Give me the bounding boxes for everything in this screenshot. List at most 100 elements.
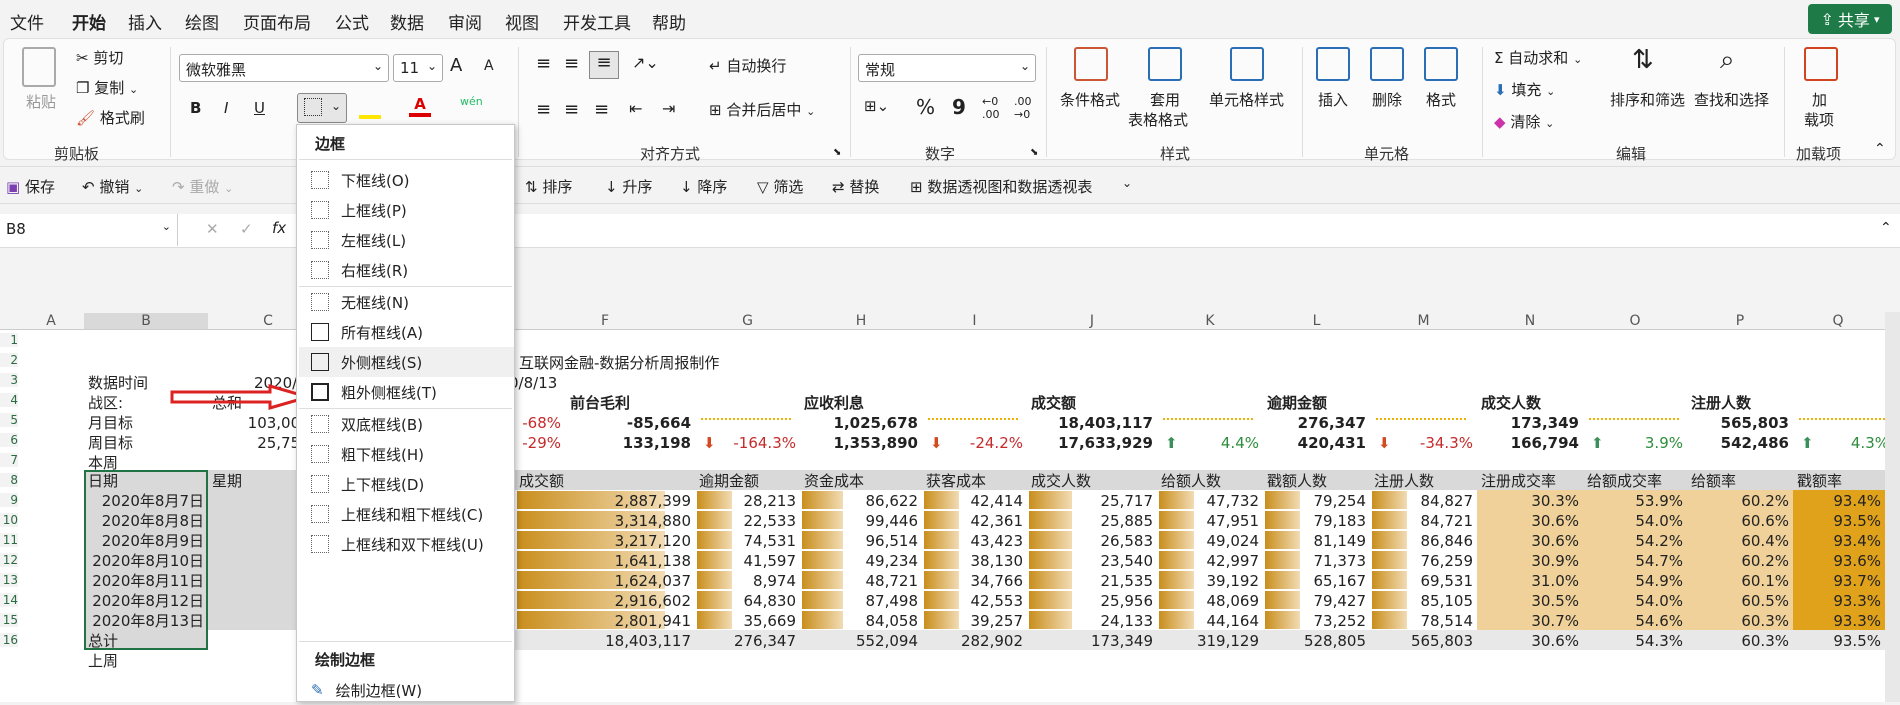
cell[interactable]: 173,349 <box>1027 630 1157 650</box>
row-header[interactable]: 3 <box>0 373 18 387</box>
border-option-2[interactable]: 左框线(L) <box>311 225 511 255</box>
column-header[interactable]: Q <box>1793 313 1883 329</box>
cell[interactable]: 42,361 <box>922 510 1027 530</box>
column-header[interactable]: I <box>922 313 1027 329</box>
bold-button[interactable]: B <box>190 99 201 117</box>
cell[interactable]: 60.2% <box>1687 550 1793 570</box>
cell[interactable]: 99,446 <box>800 510 922 530</box>
column-header[interactable]: N <box>1477 313 1583 329</box>
column-header[interactable]: M <box>1370 313 1477 329</box>
increase-decimal-icon[interactable]: ←0.00 <box>982 95 1000 121</box>
cell[interactable]: 24,133 <box>1027 610 1157 630</box>
cell[interactable]: 31.0% <box>1477 570 1583 590</box>
cell[interactable]: 93.3% <box>1793 610 1885 630</box>
cell[interactable]: 85,105 <box>1370 590 1477 610</box>
find-select-button[interactable]: 查找和选择 <box>1694 89 1769 110</box>
cell[interactable]: 周目标 <box>84 432 208 454</box>
column-header[interactable]: B <box>84 313 208 329</box>
cell[interactable]: 81,149 <box>1263 530 1370 550</box>
cut-button[interactable]: ✂ 剪切 <box>76 47 123 68</box>
sort-filter-button[interactable]: 排序和筛选 <box>1610 89 1685 110</box>
border-option-7[interactable]: 粗外侧框线(T) <box>311 377 511 407</box>
cell[interactable]: 71,373 <box>1263 550 1370 570</box>
cell[interactable]: 276,347 <box>1263 412 1370 434</box>
cell[interactable]: 86,846 <box>1370 530 1477 550</box>
menu-layout[interactable]: 页面布局 <box>243 9 311 34</box>
border-option-4[interactable]: 无框线(N) <box>311 287 511 317</box>
cell[interactable]: 48,069 <box>1157 590 1263 610</box>
paste-button[interactable]: 粘贴 <box>26 91 56 112</box>
cell[interactable]: 成交人数 <box>1027 470 1157 490</box>
cell[interactable]: -85,664 <box>566 412 695 434</box>
row-header[interactable]: 16 <box>0 633 18 647</box>
italic-button[interactable]: I <box>224 99 228 117</box>
row-header[interactable]: 11 <box>0 533 18 547</box>
row-header[interactable]: 2 <box>0 353 18 367</box>
cell[interactable]: 282,902 <box>922 630 1027 650</box>
cell[interactable]: 2,916,602 <box>515 590 695 610</box>
cell[interactable]: 25,717 <box>1027 490 1157 510</box>
cell[interactable]: 76,259 <box>1370 550 1477 570</box>
cell[interactable]: 542,486 <box>1687 432 1793 454</box>
cell[interactable]: 25,956 <box>1027 590 1157 610</box>
comma-button[interactable]: 9 <box>952 95 966 119</box>
underline-button[interactable]: U <box>254 99 265 117</box>
cell[interactable]: 注册成交率 <box>1477 470 1583 490</box>
cell[interactable]: 93.3% <box>1793 590 1885 610</box>
insert-cells-button[interactable]: 插入 <box>1318 89 1348 110</box>
cell[interactable]: 39,192 <box>1157 570 1263 590</box>
cell[interactable]: -164.3% <box>715 432 800 454</box>
border-option-1[interactable]: 上框线(P) <box>311 195 511 225</box>
cell[interactable]: 44,164 <box>1157 610 1263 630</box>
borders-button[interactable]: ⌄ <box>297 93 347 123</box>
row-header[interactable]: 14 <box>0 593 18 607</box>
share-button[interactable]: ⇪ 共享 ▾ <box>1808 4 1892 34</box>
cell[interactable]: 54.7% <box>1583 550 1687 570</box>
cell[interactable]: 21,535 <box>1027 570 1157 590</box>
cell[interactable]: 28,213 <box>695 490 800 510</box>
cell[interactable]: 4.4% <box>1177 432 1263 454</box>
cell[interactable]: 26,583 <box>1027 530 1157 550</box>
cell[interactable]: 2,801,941 <box>515 610 695 630</box>
row-header[interactable]: 7 <box>0 453 18 467</box>
cell[interactable]: 戳额人数 <box>1263 470 1370 490</box>
cell[interactable]: 84,827 <box>1370 490 1477 510</box>
cell[interactable]: 93.4% <box>1793 530 1885 550</box>
font-size-select[interactable]: 11 ⌄ <box>393 54 443 82</box>
cell[interactable]: -34.3% <box>1390 432 1477 454</box>
draw-border-item[interactable]: ✎ 绘制边框(W) <box>311 675 511 705</box>
cell[interactable]: 上周 <box>84 650 208 672</box>
cell[interactable]: 给额成交率 <box>1583 470 1687 490</box>
outdent-icon[interactable]: ⇤ <box>629 99 642 118</box>
align-right-icon[interactable]: ≡ <box>594 99 609 120</box>
fill-color-icon[interactable] <box>359 97 381 119</box>
column-header[interactable]: A <box>18 313 84 329</box>
cell[interactable]: 65,167 <box>1263 570 1370 590</box>
border-option-0[interactable]: 下框线(O) <box>311 165 511 195</box>
cell[interactable]: 93.7% <box>1793 570 1885 590</box>
indent-icon[interactable]: ⇥ <box>662 99 675 118</box>
column-header[interactable]: J <box>1027 313 1157 329</box>
cell[interactable]: 1,025,678 <box>800 412 922 434</box>
align-center-icon[interactable]: ≡ <box>564 99 579 120</box>
cell[interactable]: 54.0% <box>1583 590 1687 610</box>
addins-button[interactable]: 载项 <box>1804 109 1834 130</box>
row-header[interactable]: 9 <box>0 493 18 507</box>
cell[interactable]: 30.5% <box>1477 590 1583 610</box>
column-header[interactable]: H <box>800 313 922 329</box>
cell[interactable]: 54.0% <box>1583 510 1687 530</box>
number-format-select[interactable]: 常规 ⌄ <box>858 54 1036 82</box>
cell[interactable]: 38,130 <box>922 550 1027 570</box>
cell[interactable]: 前台毛利 <box>566 392 726 414</box>
menu-help[interactable]: 帮助 <box>652 9 686 34</box>
cell[interactable]: 39,257 <box>922 610 1027 630</box>
row-header[interactable]: 4 <box>0 393 18 407</box>
filter-button[interactable]: ▽ 筛选 <box>757 176 803 197</box>
cell[interactable]: 17,633,929 <box>1027 432 1157 454</box>
font-color-icon[interactable]: A <box>409 95 431 117</box>
cell[interactable]: 3,217,120 <box>515 530 695 550</box>
cell[interactable]: 30.6% <box>1477 510 1583 530</box>
cell[interactable]: 93.4% <box>1793 490 1885 510</box>
cell[interactable]: 60.6% <box>1687 510 1793 530</box>
redo-button[interactable]: ↷ 重做 ⌄ <box>172 176 233 197</box>
